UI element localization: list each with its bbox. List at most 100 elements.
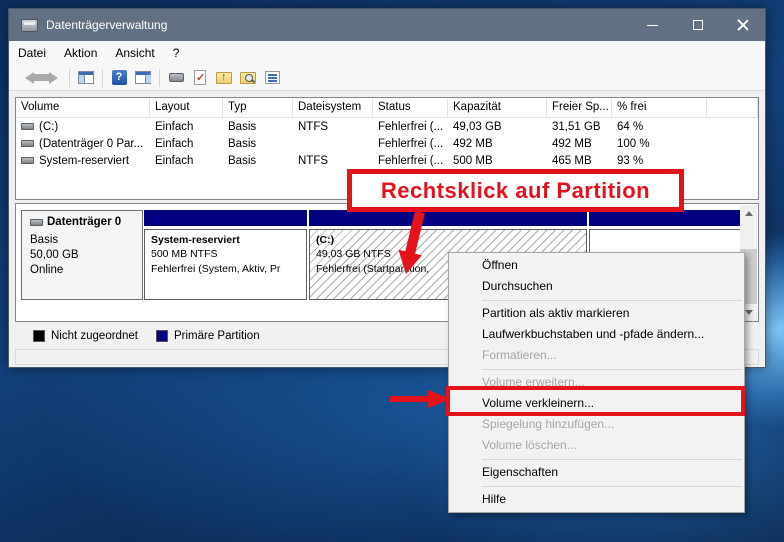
close-button[interactable]	[720, 9, 765, 41]
menu-item-spiegelung-hinzufuegen: Spiegelung hinzufügen...	[482, 417, 615, 431]
disk-header[interactable]: Datenträger 0 Basis 50,00 GB Online	[21, 210, 143, 300]
menubar: Datei Aktion Ansicht ?	[9, 41, 765, 65]
legend-label: Primäre Partition	[173, 330, 260, 342]
menu-item-partition-aktiv-markieren[interactable]: Partition als aktiv markieren	[449, 303, 744, 324]
partition-name: System-reserviert	[151, 234, 240, 246]
disk-name: Datenträger 0	[47, 216, 122, 228]
refresh-button[interactable]	[190, 69, 210, 87]
disk-state: Online	[30, 264, 64, 276]
cell-pct-frei: 100 %	[617, 137, 650, 150]
minimize-button[interactable]	[630, 9, 675, 41]
disk-drive-icon	[21, 18, 38, 32]
cell-layout: Einfach	[155, 120, 194, 133]
column-header-kapazitaet[interactable]: Kapazität	[448, 98, 547, 117]
import-button[interactable]	[214, 69, 234, 87]
back-arrow-icon	[24, 71, 42, 84]
annotation-arrow-right-icon	[390, 390, 451, 408]
forward-arrow-icon	[40, 71, 58, 84]
chevron-up-icon	[744, 211, 753, 216]
menu-aktion[interactable]: Aktion	[55, 42, 106, 64]
action-pane-icon	[135, 71, 151, 84]
table-row-c[interactable]: (C:) Einfach Basis NTFS Fehlerfrei (... …	[16, 118, 758, 135]
menu-item-oeffnen[interactable]: Öffnen	[449, 255, 744, 276]
disk-size: 50,00 GB	[30, 249, 79, 261]
partition-color-band	[144, 210, 307, 226]
column-header-layout[interactable]: Layout	[150, 98, 223, 117]
rescan-disks-button[interactable]	[166, 69, 186, 87]
checklist-icon	[264, 71, 280, 84]
menu-ansicht[interactable]: Ansicht	[106, 42, 163, 64]
tasks-button[interactable]	[262, 69, 282, 87]
menu-hilfe[interactable]: ?	[164, 42, 189, 64]
cell-typ: Basis	[228, 154, 257, 167]
folder-search-icon	[240, 71, 256, 84]
menu-item-laufwerkbuchstaben-aendern[interactable]: Laufwerkbuchstaben und -pfade ändern...	[449, 324, 744, 345]
legend-label: Nicht zugeordnet	[51, 330, 138, 342]
desktop-wallpaper: Datenträgerverwaltung Datei Aktion Ansic…	[0, 0, 784, 542]
console-tree-button[interactable]	[76, 69, 96, 87]
close-icon	[737, 19, 749, 31]
menu-separator	[482, 486, 742, 487]
menu-separator	[482, 369, 742, 370]
annotation-callout: Rechtsklick auf Partition	[347, 169, 684, 212]
action-pane-button[interactable]	[133, 69, 153, 87]
window-title: Datenträgerverwaltung	[46, 18, 168, 32]
volume-icon	[21, 140, 34, 147]
cell-typ: Basis	[228, 137, 257, 150]
partition-system-reserviert[interactable]: System-reserviert 500 MB NTFS Fehlerfrei…	[144, 210, 307, 300]
column-header-freier-sp[interactable]: Freier Sp...	[547, 98, 612, 117]
cell-pct-frei: 64 %	[617, 120, 644, 133]
partition-color-band	[309, 210, 587, 226]
cell-kapazitaet: 500 MB	[453, 154, 493, 167]
disk-type: Basis	[30, 234, 59, 246]
maximize-icon	[692, 20, 703, 30]
menu-item-formatieren: Formatieren...	[482, 348, 557, 362]
titlebar[interactable]: Datenträgerverwaltung	[9, 9, 765, 41]
help-button[interactable]: ?	[109, 69, 129, 87]
column-header-pct-frei[interactable]: % frei	[612, 98, 707, 117]
menu-separator	[482, 459, 742, 460]
annotation-arrow-down-icon	[398, 210, 425, 274]
table-row-system-reserviert[interactable]: System-reserviert Einfach Basis NTFS Feh…	[16, 152, 758, 169]
refresh-check-icon	[194, 70, 206, 85]
forward-button[interactable]	[40, 69, 63, 87]
menu-datei[interactable]: Datei	[9, 42, 55, 64]
cell-dateisystem: NTFS	[298, 120, 329, 133]
cell-kapazitaet: 492 MB	[453, 137, 493, 150]
partition-status: Fehlerfrei (System, Aktiv, Pr	[151, 263, 281, 275]
primary-partition-swatch	[155, 330, 168, 342]
menu-item-durchsuchen[interactable]: Durchsuchen	[449, 276, 744, 297]
cell-freier-sp: 465 MB	[552, 154, 592, 167]
column-header-status[interactable]: Status	[373, 98, 448, 117]
toolbar-separator	[102, 68, 103, 87]
annotation-highlight-box	[446, 386, 745, 416]
menu-item-eigenschaften[interactable]: Eigenschaften	[449, 462, 744, 483]
cell-status: Fehlerfrei (...	[378, 137, 444, 150]
column-header-dateisystem[interactable]: Dateisystem	[293, 98, 373, 117]
volume-icon	[21, 157, 34, 164]
disk-icon	[30, 219, 43, 226]
scroll-up-button[interactable]	[740, 205, 757, 222]
cell-status: Fehlerfrei (...	[378, 120, 444, 133]
legend-item-unallocated: Nicht zugeordnet	[33, 330, 138, 342]
table-row-recovery[interactable]: (Datenträger 0 Par... Einfach Basis Fehl…	[16, 135, 758, 152]
window-controls	[630, 9, 765, 41]
browse-button[interactable]	[238, 69, 258, 87]
back-button[interactable]	[19, 69, 42, 87]
unallocated-swatch	[33, 330, 45, 342]
menu-separator	[482, 300, 742, 301]
column-header-filler	[707, 98, 758, 117]
volume-icon	[21, 123, 34, 130]
column-header-typ[interactable]: Typ	[223, 98, 293, 117]
column-header-volume[interactable]: Volume	[16, 98, 150, 117]
menu-item-volume-loeschen: Volume löschen...	[482, 438, 577, 452]
chevron-down-icon	[744, 310, 753, 315]
minimize-icon	[647, 24, 658, 26]
folder-up-icon	[216, 71, 232, 84]
toolbar-separator	[159, 68, 160, 87]
maximize-button[interactable]	[675, 9, 720, 41]
menu-item-hilfe[interactable]: Hilfe	[449, 489, 744, 510]
partition-color-band	[589, 210, 745, 226]
cell-freier-sp: 31,51 GB	[552, 120, 601, 133]
legend-item-primary-partition: Primäre Partition	[155, 330, 260, 342]
